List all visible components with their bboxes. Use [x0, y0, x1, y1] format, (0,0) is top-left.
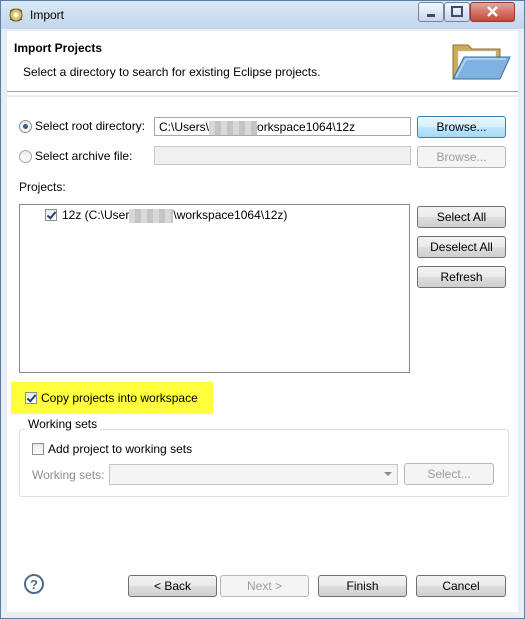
- header-separator: [7, 91, 518, 95]
- deselect-all-button[interactable]: Deselect All: [417, 236, 506, 258]
- refresh-button[interactable]: Refresh: [417, 266, 506, 288]
- add-to-working-sets-label: Add project to working sets: [48, 442, 193, 456]
- working-sets-combo-label: Working sets:: [32, 468, 105, 482]
- help-icon[interactable]: ?: [24, 574, 44, 594]
- copy-projects-checkbox[interactable]: [25, 392, 37, 404]
- root-directory-value-prefix: C:\Users\: [159, 120, 210, 134]
- redacted-username: [209, 120, 258, 135]
- copy-projects-label: Copy projects into workspace: [41, 391, 198, 405]
- archive-file-label: Select archive file:: [35, 149, 133, 163]
- eclipse-import-icon: [9, 8, 23, 22]
- maximize-icon: [451, 6, 463, 17]
- title-bar[interactable]: Import: [1, 1, 524, 29]
- project-checkbox[interactable]: [45, 209, 57, 221]
- working-sets-combo[interactable]: [109, 464, 398, 485]
- browse-archive-button[interactable]: Browse...: [417, 146, 506, 168]
- wizard-header: Import Projects Select a directory to se…: [7, 31, 518, 91]
- button-bar: [7, 518, 518, 612]
- archive-file-radio[interactable]: [19, 150, 32, 163]
- working-sets-select-button[interactable]: Select...: [404, 463, 494, 485]
- archive-file-input[interactable]: [154, 146, 411, 165]
- page-title: Import Projects: [14, 41, 103, 55]
- select-all-button[interactable]: Select All: [417, 206, 506, 228]
- working-sets-group-title: Working sets: [25, 417, 101, 431]
- project-name-suffix: \workspace1064\12z): [173, 208, 288, 222]
- project-name-prefix: 12z (C:\User: [62, 208, 130, 222]
- chevron-down-icon: [384, 472, 392, 476]
- back-button[interactable]: < Back: [128, 575, 217, 597]
- maximize-button[interactable]: [444, 2, 470, 22]
- page-description: Select a directory to search for existin…: [23, 65, 321, 79]
- redacted-username: [129, 208, 174, 223]
- root-directory-input[interactable]: C:\Users\ orkspace1064\12z: [154, 117, 411, 136]
- next-button[interactable]: Next >: [220, 575, 309, 597]
- minimize-icon: [427, 14, 435, 17]
- root-directory-label: Select root directory:: [35, 119, 146, 133]
- browse-root-button[interactable]: Browse...: [417, 116, 506, 138]
- project-name: 12z (C:\User \workspace1064\12z): [62, 208, 287, 223]
- root-directory-radio[interactable]: [19, 120, 32, 133]
- root-directory-value-suffix: orkspace1064\12z: [257, 120, 356, 134]
- close-icon: [487, 6, 498, 17]
- minimize-button[interactable]: [418, 2, 444, 22]
- projects-label: Projects:: [19, 180, 66, 194]
- projects-list[interactable]: 12z (C:\User \workspace1064\12z): [19, 204, 410, 373]
- import-dialog: Import Import Projects Select a director…: [0, 0, 525, 619]
- cancel-button[interactable]: Cancel: [416, 575, 506, 597]
- list-item[interactable]: 12z (C:\User \workspace1064\12z): [20, 205, 409, 225]
- close-button[interactable]: [470, 2, 515, 22]
- window-title: Import: [30, 8, 65, 22]
- finish-button[interactable]: Finish: [318, 575, 407, 597]
- add-to-working-sets-checkbox[interactable]: [32, 443, 44, 455]
- open-folder-icon: [452, 44, 511, 80]
